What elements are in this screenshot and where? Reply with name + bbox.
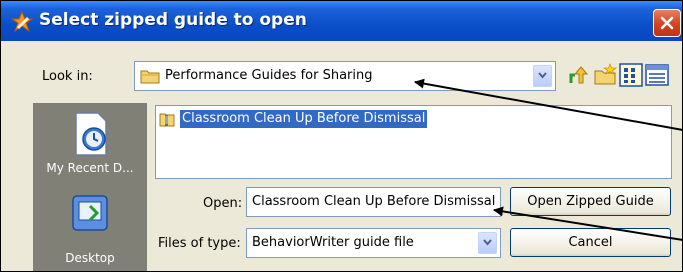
- open-dialog: Select zipped guide to open Look in: Per…: [0, 0, 683, 272]
- list-view-icon[interactable]: [619, 63, 643, 87]
- cancel-button[interactable]: Cancel: [510, 228, 671, 257]
- file-list[interactable]: Classroom Clean Up Before Dismissal: [155, 105, 672, 179]
- open-label: Open:: [203, 196, 243, 211]
- folder-icon: [140, 70, 160, 84]
- place-label: My Recent D...: [46, 161, 134, 175]
- close-button[interactable]: [653, 9, 681, 37]
- files-of-type-dropdown-button[interactable]: [478, 232, 497, 254]
- window-title: Select zipped guide to open: [39, 10, 307, 30]
- close-icon: [660, 16, 674, 30]
- file-name: Classroom Clean Up Before Dismissal: [180, 110, 428, 128]
- place-recent-documents[interactable]: My Recent D...: [33, 105, 147, 185]
- open-zipped-guide-button[interactable]: Open Zipped Guide: [510, 187, 671, 216]
- title-bar[interactable]: Select zipped guide to open: [1, 1, 682, 41]
- files-of-type-dropdown[interactable]: BehaviorWriter guide file: [246, 228, 501, 258]
- place-desktop[interactable]: Desktop: [33, 187, 147, 267]
- zipped-file-icon: [159, 113, 175, 127]
- chevron-down-icon: [538, 72, 547, 79]
- desktop-icon: [72, 195, 108, 231]
- look-in-label: Look in:: [42, 69, 93, 84]
- recent-documents-icon: [75, 112, 107, 156]
- chevron-down-icon: [483, 239, 492, 246]
- file-name-value: Classroom Clean Up Before Dismissal: [252, 194, 496, 209]
- look-in-value: Performance Guides for Sharing: [165, 68, 373, 83]
- list-item[interactable]: Classroom Clean Up Before Dismissal: [158, 110, 430, 128]
- files-of-type-label: Files of type:: [158, 236, 241, 251]
- details-view-icon[interactable]: [645, 63, 669, 87]
- places-bar: My Recent D... Desktop: [33, 103, 147, 271]
- app-icon: [11, 11, 33, 33]
- place-label: Desktop: [65, 251, 115, 265]
- look-in-dropdown[interactable]: Performance Guides for Sharing: [134, 61, 556, 91]
- up-one-level-icon[interactable]: [567, 63, 591, 87]
- look-in-dropdown-button[interactable]: [533, 65, 552, 87]
- files-of-type-value: BehaviorWriter guide file: [252, 235, 414, 250]
- new-folder-icon[interactable]: [593, 63, 617, 87]
- file-name-input[interactable]: Classroom Clean Up Before Dismissal: [246, 187, 501, 217]
